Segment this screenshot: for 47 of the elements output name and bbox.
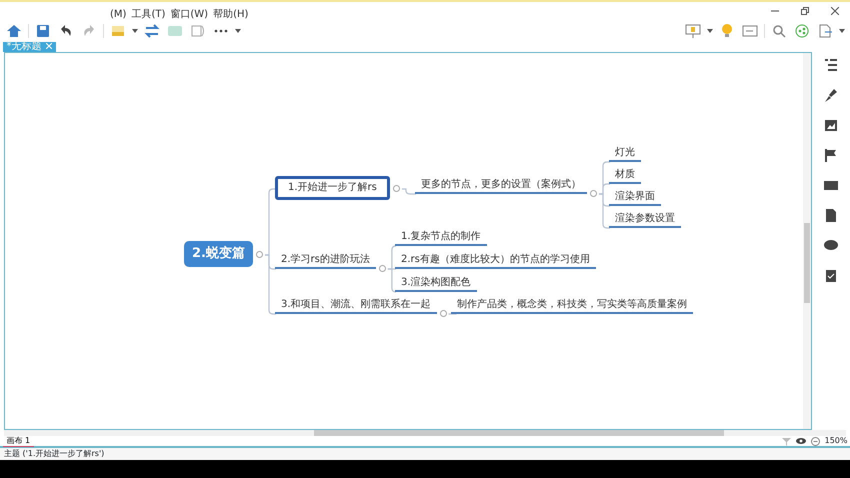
topic[interactable]: 1.复杂节点的制作 <box>395 229 487 246</box>
menu-item[interactable]: 帮助(H) <box>213 6 248 22</box>
summary-icon[interactable] <box>189 23 207 39</box>
central-topic[interactable]: 2.蜕变篇 <box>184 241 253 267</box>
image-icon[interactable] <box>822 117 840 134</box>
home-icon[interactable] <box>5 23 23 39</box>
menu-item[interactable]: (M) <box>110 6 126 22</box>
collapse-icon[interactable] <box>392 184 400 192</box>
outline-icon[interactable] <box>822 57 840 74</box>
vertical-scrollbar[interactable] <box>803 53 811 429</box>
topic[interactable]: 材质 <box>609 167 641 184</box>
restore-icon <box>801 7 809 16</box>
zoom-level: 150% <box>824 435 848 447</box>
topic[interactable]: 制作产品类，概念类，科技类，写实类等高质量案例 <box>451 297 693 314</box>
caret-icon[interactable] <box>839 28 845 34</box>
menu-item[interactable]: 工具(T) <box>131 6 166 22</box>
brush-icon[interactable] <box>822 87 840 104</box>
topic[interactable]: 2.rs有趣（难度比较大）的节点的学习使用 <box>395 252 596 269</box>
menu-item[interactable]: 窗口(W) <box>170 6 208 22</box>
close-icon <box>831 7 839 16</box>
collapse-icon[interactable] <box>256 250 263 258</box>
collapse-icon[interactable] <box>378 264 386 272</box>
close-icon[interactable] <box>46 43 52 50</box>
connector-line <box>402 188 416 195</box>
sheet-tab[interactable]: 画布 1 <box>2 435 34 447</box>
notes-icon[interactable] <box>741 23 759 39</box>
caret-icon[interactable] <box>707 28 713 34</box>
topic[interactable]: 3.和项目、潮流、刚需联系在一起 <box>275 297 437 314</box>
status-text: 主题 ('1.开始进一步了解rs') <box>0 448 850 460</box>
swap-icon[interactable] <box>143 23 161 39</box>
topic[interactable]: 渲染界面 <box>609 189 661 206</box>
horizontal-scrollbar[interactable] <box>4 430 846 436</box>
save-icon[interactable] <box>34 23 52 39</box>
eye-icon[interactable] <box>796 437 806 445</box>
topic[interactable]: 2.学习rs的进阶玩法 <box>275 252 376 269</box>
topic[interactable]: 1.开始进一步了解rs <box>275 176 390 200</box>
presentation-icon[interactable] <box>684 23 702 39</box>
topic[interactable]: 灯光 <box>609 145 641 162</box>
caret-icon[interactable] <box>132 28 138 34</box>
collapse-icon[interactable] <box>590 190 597 196</box>
collapse-icon[interactable] <box>440 310 447 316</box>
topic[interactable]: 3.渲染构图配色 <box>395 275 477 292</box>
topic[interactable]: 更多的节点，更多的设置（案例式） <box>415 177 587 194</box>
connector-line <box>448 313 458 315</box>
caret-icon[interactable] <box>235 28 241 34</box>
topic[interactable]: 渲染参数设置 <box>609 211 681 228</box>
zoom-out-icon[interactable] <box>810 436 820 446</box>
